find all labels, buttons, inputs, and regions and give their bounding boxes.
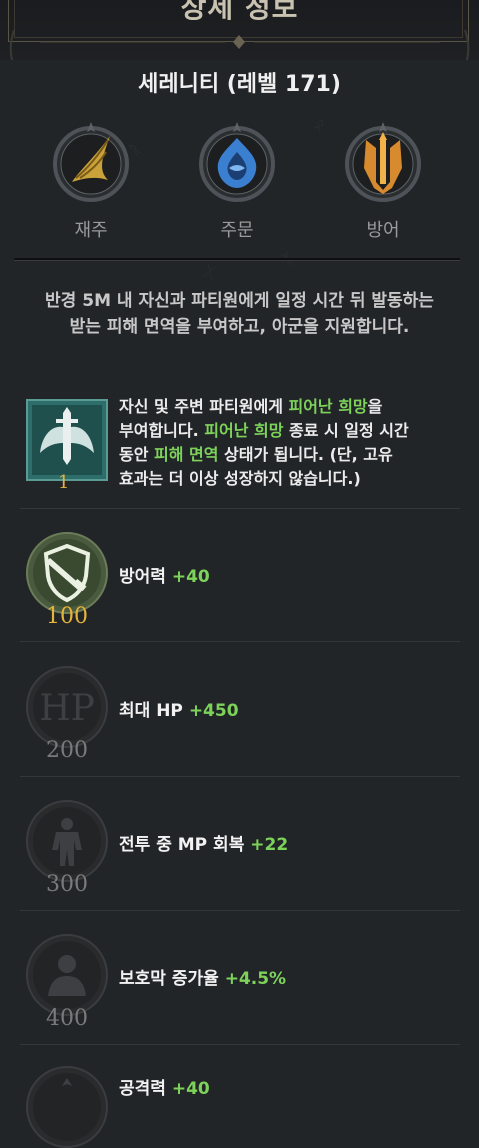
background-rune: ᚷ [202, 260, 218, 283]
node-level: 400 [46, 1006, 88, 1031]
angel-sword-icon[interactable] [26, 399, 108, 481]
node-stat: 보호막 증가율 +4.5% [119, 969, 287, 989]
attack-icon[interactable] [26, 1066, 108, 1148]
svg-text:HP: HP [39, 688, 95, 729]
node-stat: 최대 HP +450 [119, 701, 239, 721]
body-icon[interactable] [26, 800, 108, 882]
header-bar: 상세 정보 [0, 0, 479, 60]
blue-flame-icon[interactable] [196, 118, 278, 206]
ability-line: 효과는 더 이상 성장하지 않습니다.) [119, 469, 361, 488]
section-divider [14, 258, 460, 261]
description-line: 반경 5M 내 자신과 파티원에게 일정 시간 뒤 발동하는 [45, 291, 434, 311]
class-label-defense: 방어 [366, 220, 400, 241]
ability-line: 부여합니다. 피어난 희망 종료 시 일정 시간 [119, 421, 409, 440]
node-stat: 방어력 +40 [119, 567, 210, 587]
sword-shield-icon[interactable] [342, 118, 424, 206]
wing-icon[interactable] [50, 118, 132, 206]
row-divider [20, 910, 460, 911]
class-label-dex: 재주 [74, 220, 108, 241]
skill-description: 반경 5M 내 자신과 파티원에게 일정 시간 뒤 발동하는 받는 피해 면역을… [0, 288, 479, 340]
row-divider [20, 508, 460, 509]
hero-name: 세레니티 (레벨 171) [138, 72, 341, 97]
ability-line: 자신 및 주변 파티원에게 피어난 희망을 [119, 397, 383, 416]
node-stat: 전투 중 MP 회복 +22 [119, 835, 289, 855]
node-level: 100 [46, 604, 88, 629]
row-divider [20, 1044, 460, 1045]
class-label-spell: 주문 [220, 220, 254, 241]
node-level: 300 [46, 872, 88, 897]
background-rune: ᛟ [310, 113, 329, 136]
row-divider [20, 776, 460, 777]
keyword-blooming-hope: 피어난 희망 [288, 397, 368, 416]
keyword-blooming-hope: 피어난 희망 [204, 421, 284, 440]
row-divider [20, 641, 460, 642]
header-ornament [9, 30, 470, 60]
keyword-damage-immunity: 피해 면역 [154, 445, 219, 464]
ability-line: 동안 피해 면역 상태가 됩니다. (단, 고유 [119, 445, 393, 464]
description-line: 받는 피해 면역을 부여하고, 아군을 지원합니다. [69, 317, 410, 337]
hp-icon[interactable]: HP [26, 666, 108, 748]
ability-rank: 1 [58, 472, 70, 493]
bust-icon[interactable] [26, 934, 108, 1016]
ability-description: 자신 및 주변 파티원에게 피어난 희망을 부여합니다. 피어난 희망 종료 시… [119, 395, 459, 491]
node-level: 200 [46, 738, 88, 763]
page-title: 상세 정보 [180, 0, 299, 24]
shield-sword-icon[interactable] [26, 532, 108, 614]
